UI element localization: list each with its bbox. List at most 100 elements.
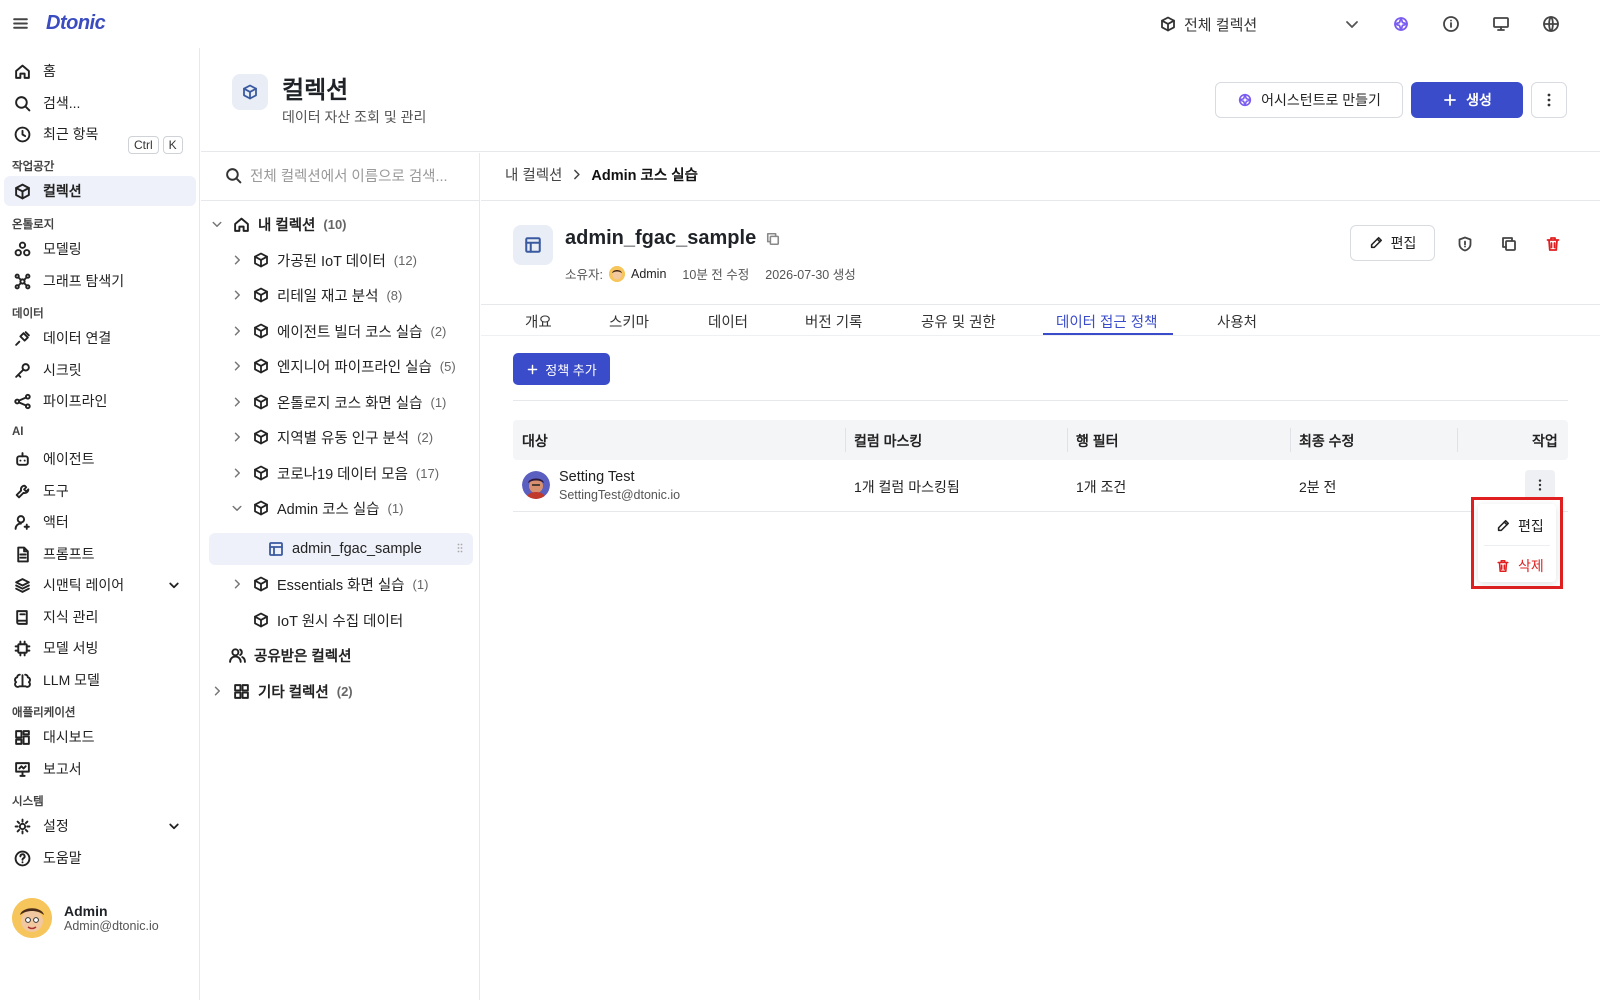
- app-logo[interactable]: Dtonic: [46, 12, 106, 35]
- breadcrumb: 내 컬렉션 Admin 코스 실습: [505, 164, 698, 185]
- search-icon: [225, 167, 242, 184]
- nav-llm-model[interactable]: LLM 모델: [4, 665, 196, 695]
- tree-other-collections[interactable]: 기타 컬렉션 (2): [211, 675, 353, 707]
- nav-search[interactable]: 검색...: [4, 88, 196, 118]
- shield-button[interactable]: [1449, 228, 1481, 260]
- user-profile[interactable]: Admin Admin@dtonic.io: [12, 898, 159, 938]
- tab-version-history[interactable]: 버전 기록: [805, 311, 862, 332]
- drag-handle-icon[interactable]: [457, 543, 463, 553]
- tree-item[interactable]: Admin 코스 실습 (1): [231, 492, 403, 524]
- nav-graph-explorer[interactable]: 그래프 탐색기: [4, 266, 196, 296]
- tab-sharing[interactable]: 공유 및 권한: [921, 311, 996, 332]
- table-row[interactable]: Setting Test SettingTest@dtonic.io 1개 컬럼…: [513, 460, 1568, 512]
- nav-dashboard[interactable]: 대시보드: [4, 722, 196, 752]
- nav-knowledge[interactable]: 지식 관리: [4, 602, 196, 632]
- nav-help-label: 도움말: [43, 850, 82, 866]
- chevron-right-icon: [570, 168, 583, 181]
- tree-search[interactable]: 전체 컬렉션에서 이름으로 검색...: [225, 165, 448, 186]
- tree-item[interactable]: 온톨로지 코스 화면 실습 (1): [231, 386, 446, 418]
- nav-semantic-layer[interactable]: 시맨틱 레이어: [4, 570, 196, 600]
- chevron-down-icon: [168, 579, 180, 591]
- tree-item[interactable]: Essentials 화면 실습 (1): [231, 568, 428, 600]
- tree-item[interactable]: 가공된 IoT 데이터 (12): [231, 244, 417, 276]
- add-policy-button[interactable]: 정책 추가: [513, 353, 610, 385]
- tree-item-selected[interactable]: admin_fgac_sample: [268, 533, 422, 565]
- tree-search-input[interactable]: 전체 컬렉션에서 이름으로 검색...: [250, 165, 448, 186]
- cube-icon: [253, 500, 269, 516]
- breadcrumb-parent[interactable]: 내 컬렉션: [505, 164, 562, 185]
- page-title: 컬렉션: [282, 77, 349, 104]
- nav-pipeline[interactable]: 파이프라인: [4, 386, 196, 416]
- chevron-down-icon: [168, 820, 180, 832]
- nav-home[interactable]: 홈: [4, 56, 196, 86]
- tree-item[interactable]: 에이전트 빌더 코스 실습 (2): [231, 315, 446, 347]
- info-icon[interactable]: [1442, 15, 1460, 33]
- menu-icon[interactable]: [12, 15, 29, 32]
- more-button[interactable]: [1531, 82, 1567, 118]
- tree-shared-collections[interactable]: 공유받은 컬렉션: [229, 639, 351, 671]
- menu-delete-label: 삭제: [1518, 558, 1544, 574]
- tab-data[interactable]: 데이터: [708, 311, 748, 332]
- menu-item-edit[interactable]: 편집: [1496, 516, 1544, 536]
- menu-edit-label: 편집: [1518, 518, 1544, 534]
- menu-item-delete[interactable]: 삭제: [1496, 556, 1544, 576]
- tab-access-policy[interactable]: 데이터 접근 정책: [1056, 311, 1157, 332]
- tree-item[interactable]: 엔지니어 파이프라인 실습 (5): [231, 350, 456, 382]
- col-divider: [1067, 428, 1068, 452]
- nav-tool[interactable]: 도구: [4, 476, 196, 506]
- robot-icon: [14, 451, 31, 468]
- tree-item-label: IoT 원시 수집 데이터: [277, 613, 404, 630]
- create-button[interactable]: 생성: [1411, 82, 1523, 118]
- nav-prompt[interactable]: 프롬프트: [4, 539, 196, 569]
- nav-recent[interactable]: 최근 항목: [4, 119, 196, 149]
- tree-item[interactable]: 지역별 유동 인구 분석 (2): [231, 421, 433, 453]
- nav-modeling[interactable]: 모델링: [4, 234, 196, 264]
- nav-actor[interactable]: 액터: [4, 507, 196, 537]
- nav-help[interactable]: 도움말: [4, 843, 196, 873]
- nav-agent[interactable]: 에이전트: [4, 444, 196, 474]
- collection-scope-select[interactable]: 전체 컬렉션: [1160, 12, 1360, 36]
- delete-dataset-button[interactable]: [1537, 228, 1569, 260]
- policy-masking: 1개 컬럼 마스킹됨: [854, 479, 960, 495]
- nav-report[interactable]: 보고서: [4, 754, 196, 784]
- tree-item[interactable]: IoT 원시 수집 데이터: [253, 604, 403, 636]
- monitor-icon[interactable]: [1492, 15, 1510, 33]
- tree-item[interactable]: 코로나19 데이터 모음 (17): [231, 457, 439, 489]
- cube-icon: [253, 287, 269, 303]
- tab-overview[interactable]: 개요: [525, 311, 552, 332]
- tree-item-label: 가공된 IoT 데이터: [277, 253, 386, 270]
- tree-my-collections[interactable]: 내 컬렉션 (10): [211, 208, 347, 240]
- nav-data-connection[interactable]: 데이터 연결: [4, 323, 196, 353]
- chevron-down-icon: [1344, 16, 1360, 32]
- cube-icon: [253, 323, 269, 339]
- policy-target-name: Setting Test: [559, 469, 635, 485]
- copy-button[interactable]: [1493, 228, 1525, 260]
- tree-item-count: (2): [430, 323, 447, 339]
- brain-icon: [14, 672, 31, 689]
- assistant-icon[interactable]: [1392, 15, 1410, 33]
- globe-icon[interactable]: [1542, 15, 1560, 33]
- nav-settings[interactable]: 설정: [4, 811, 196, 841]
- assistant-button[interactable]: 어시스턴트로 만들기: [1215, 82, 1403, 118]
- divider: [481, 200, 1600, 201]
- row-context-menu: 편집 삭제: [1471, 497, 1563, 589]
- nav-secret[interactable]: 시크릿: [4, 355, 196, 385]
- modified-time: 10분 전 수정: [682, 268, 750, 282]
- nav-model-serving[interactable]: 모델 서빙: [4, 633, 196, 663]
- tab-schema[interactable]: 스키마: [609, 311, 649, 332]
- divider: [1484, 545, 1550, 546]
- tab-usage[interactable]: 사용처: [1217, 311, 1257, 332]
- tree-item[interactable]: 리테일 재고 분석 (8): [231, 279, 402, 311]
- owner-label: 소유자:: [565, 268, 603, 282]
- nav-data-connection-label: 데이터 연결: [43, 330, 112, 346]
- tree-item-count: (1): [430, 394, 447, 410]
- nav-collection[interactable]: 컬렉션: [4, 176, 196, 206]
- cube-icon: [232, 74, 268, 110]
- pipeline-icon: [14, 393, 31, 410]
- copy-icon[interactable]: [766, 232, 780, 246]
- edit-dataset-button[interactable]: 편집: [1350, 225, 1435, 261]
- nav-knowledge-label: 지식 관리: [43, 609, 99, 625]
- nav-pipeline-label: 파이프라인: [43, 393, 108, 409]
- policy-target-email: SettingTest@dtonic.io: [559, 488, 681, 502]
- row-actions-button[interactable]: [1525, 470, 1555, 500]
